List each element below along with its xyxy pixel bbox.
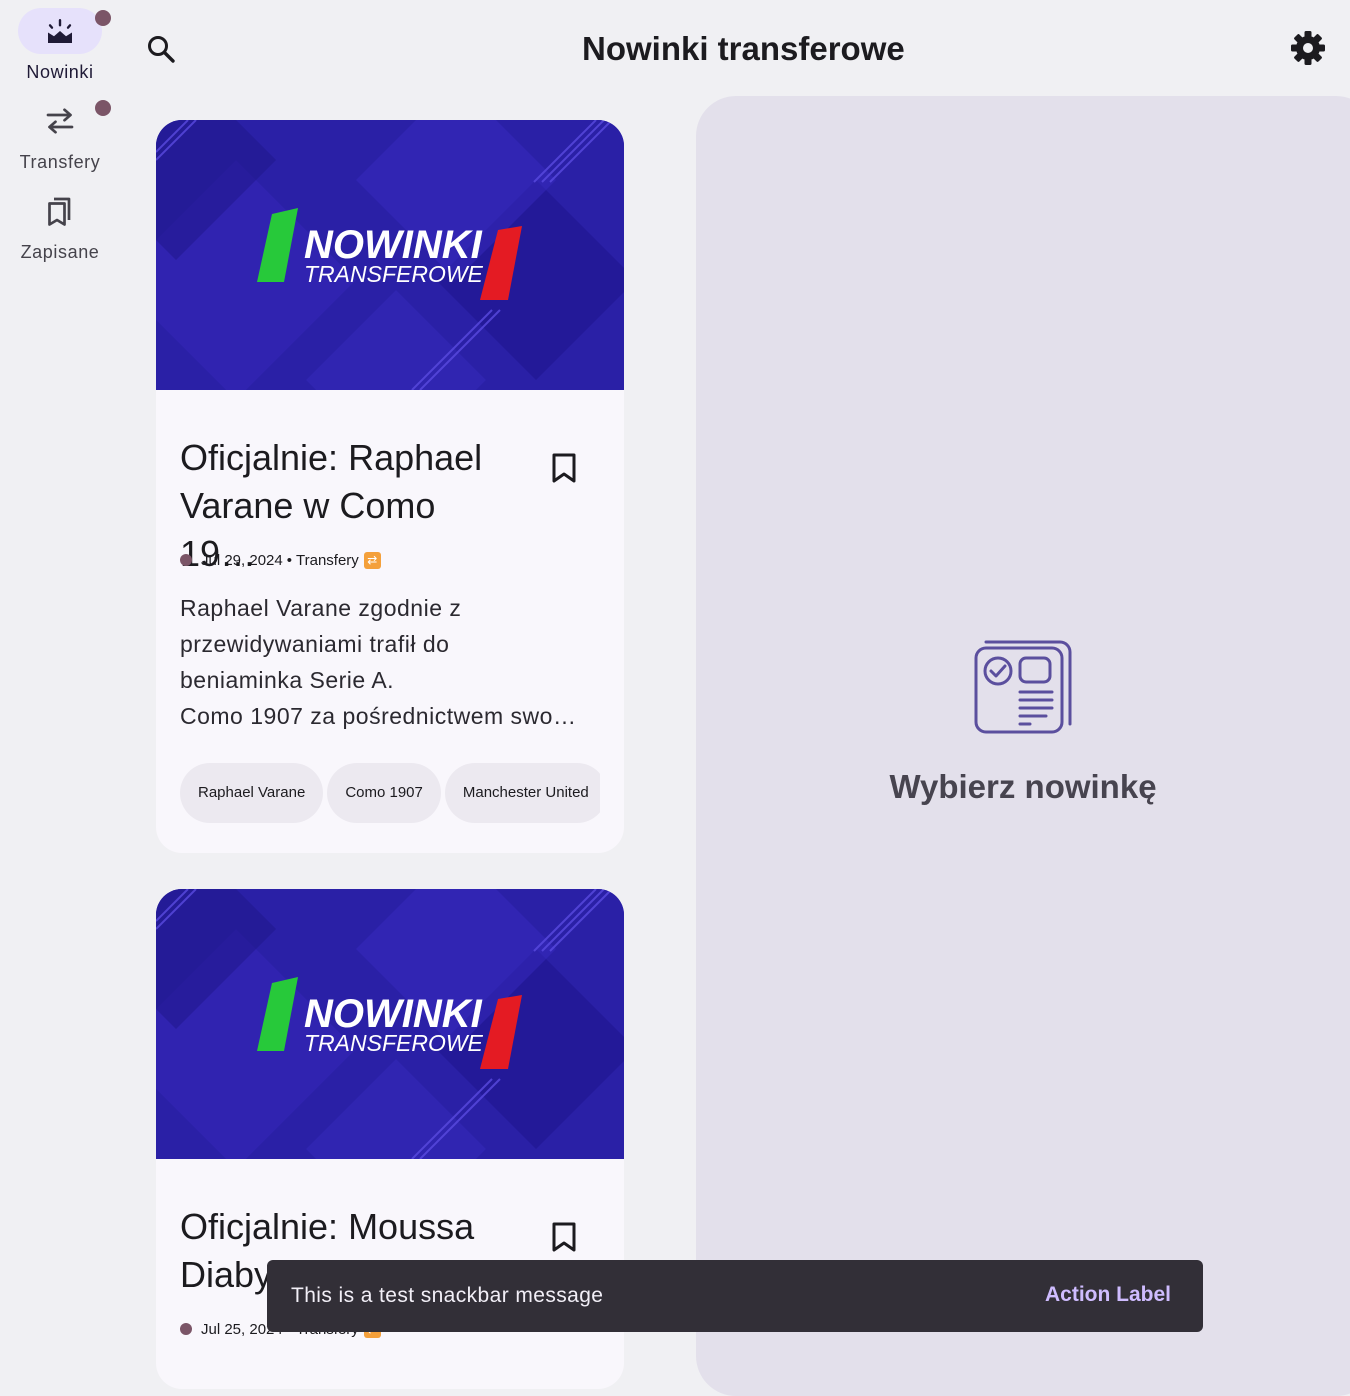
article-image: NOWINKI TRANSFEROWE bbox=[156, 120, 624, 390]
badge-dot bbox=[95, 10, 111, 26]
meta-separator: • bbox=[286, 551, 292, 569]
bookmark-button[interactable] bbox=[544, 448, 584, 488]
search-icon bbox=[148, 36, 175, 63]
rail-item-label: Zapisane bbox=[20, 242, 100, 262]
nowinki-logo-banner: NOWINKI TRANSFEROWE bbox=[156, 889, 624, 1159]
news-burst-icon bbox=[48, 19, 72, 43]
tag-chip[interactable]: Como 1907 bbox=[327, 763, 441, 823]
saved-bookmarks-icon bbox=[48, 197, 71, 226]
rail-item-label: Transfery bbox=[19, 152, 101, 172]
nowinki-logo-banner: NOWINKI TRANSFEROWE bbox=[156, 120, 624, 390]
bookmark-icon bbox=[552, 1222, 576, 1252]
badge-dot bbox=[95, 100, 111, 116]
summary-line: przewidywaniami trafił do bbox=[180, 631, 450, 657]
news-article-icon bbox=[974, 640, 1072, 734]
page-title: Nowinki transferowe bbox=[582, 30, 905, 67]
snackbar-message: This is a test snackbar message bbox=[291, 1284, 604, 1307]
summary-line: Como 1907 za pośrednictwem swo… bbox=[180, 703, 577, 729]
search-button[interactable] bbox=[140, 28, 182, 70]
logo-text-bottom: TRANSFEROWE bbox=[304, 1030, 484, 1056]
rail-item-label: Nowinki bbox=[26, 62, 94, 82]
empty-state-text: Wybierz nowinkę bbox=[889, 768, 1157, 805]
rail-item-nowinki[interactable]: Nowinki bbox=[0, 0, 120, 84]
article-category: Transfery bbox=[296, 551, 359, 569]
settings-button[interactable] bbox=[1288, 28, 1328, 68]
summary-line: Raphael Varane zgodnie z bbox=[180, 595, 462, 621]
tag-chips: Raphael Varane Como 1907 Manchester United bbox=[180, 763, 600, 823]
article-date: Jul 29, 2024 bbox=[201, 551, 283, 569]
tag-chip[interactable]: Manchester United bbox=[444, 763, 600, 823]
bookmark-button[interactable] bbox=[544, 1217, 584, 1257]
logo-text-bottom: TRANSFEROWE bbox=[304, 261, 484, 287]
swap-arrows-icon bbox=[46, 108, 74, 134]
rail-item-zapisane[interactable]: Zapisane bbox=[0, 180, 120, 264]
rail-item-transfery[interactable]: Transfery bbox=[0, 90, 120, 174]
unread-dot bbox=[180, 1323, 192, 1335]
unread-dot bbox=[180, 554, 192, 566]
article-card[interactable]: NOWINKI TRANSFEROWE Oficjalnie: Raphael … bbox=[156, 120, 624, 853]
snackbar: This is a test snackbar message Action L… bbox=[267, 1260, 1203, 1332]
article-meta: Jul 29, 2024 • Transfery ⇄ bbox=[180, 550, 381, 570]
repeat-emoji-icon: ⇄ bbox=[363, 551, 381, 569]
article-image: NOWINKI TRANSFEROWE bbox=[156, 889, 624, 1159]
detail-pane: Wybierz nowinkę bbox=[696, 96, 1350, 1396]
gear-icon bbox=[1291, 31, 1325, 65]
navigation-rail: Nowinki Transfery Zapisane bbox=[0, 0, 120, 1350]
tag-chip[interactable]: Raphael Varane bbox=[180, 763, 324, 823]
article-summary: Raphael Varane zgodnie z przewidywaniami… bbox=[180, 590, 600, 734]
bookmark-icon bbox=[552, 453, 576, 483]
summary-line: beniaminka Serie A. bbox=[180, 667, 395, 693]
snackbar-action-button[interactable]: Action Label bbox=[1045, 1283, 1171, 1307]
